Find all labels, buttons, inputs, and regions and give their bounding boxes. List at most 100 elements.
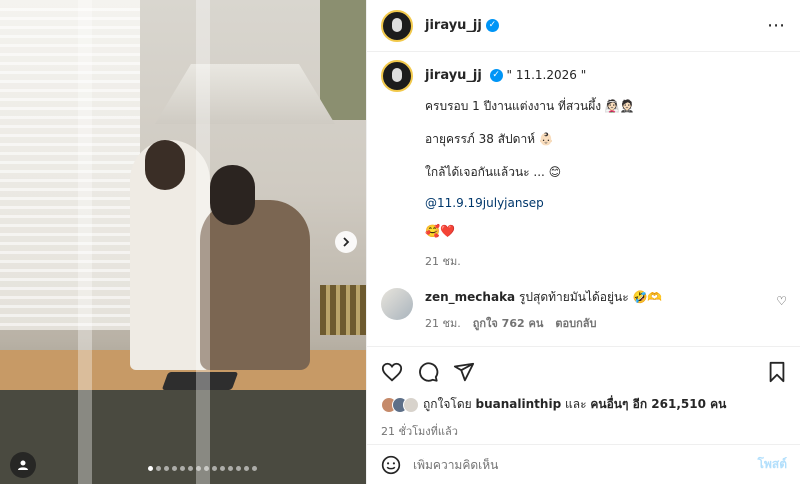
bookmark-icon[interactable] xyxy=(767,361,787,383)
photo-blind-slat xyxy=(0,179,140,182)
post-photo xyxy=(0,0,366,484)
caption-mention-link[interactable]: @11.9.19julyjansep xyxy=(425,196,791,210)
post-actions: ถูกใจโดย buanalinthip และ คนอื่นๆ อีก 26… xyxy=(367,346,800,440)
carousel-dot xyxy=(172,466,177,471)
caption-header: jirayu_jj ✓ " 11.1.2026 " xyxy=(425,60,791,91)
carousel-dot xyxy=(188,466,193,471)
photo-blind-slat xyxy=(0,89,140,92)
comment-input[interactable] xyxy=(413,457,758,472)
likes-summary: ถูกใจโดย buanalinthip และ คนอื่นๆ อีก 26… xyxy=(381,395,787,414)
more-options-icon[interactable]: ⋯ xyxy=(767,15,786,36)
photo-blind-slat xyxy=(0,98,140,101)
photo-blind-slat xyxy=(0,26,140,29)
photo-blind-slat xyxy=(0,8,140,11)
caption: jirayu_jj ✓ " 11.1.2026 " ครบรอบ 1 ปีงาน… xyxy=(381,60,791,270)
carousel-dot xyxy=(180,466,185,471)
carousel-dot xyxy=(148,466,153,471)
photo-foreground-bar xyxy=(196,0,210,484)
carousel-dot xyxy=(156,466,161,471)
photo-blind-slat xyxy=(0,197,140,200)
post-sidebar: jirayu_jj ✓ ⋯ jirayu_jj ✓ " 11.1.2026 " … xyxy=(366,0,800,484)
comment-like-heart-icon[interactable]: ♡ xyxy=(776,294,787,308)
photo-blind-slat xyxy=(0,143,140,146)
photo-blind-slat xyxy=(0,125,140,128)
photo-person-woman xyxy=(200,200,310,370)
comment-icon[interactable] xyxy=(417,361,439,383)
verified-badge-icon: ✓ xyxy=(489,69,503,82)
add-comment-bar: โพสต์ xyxy=(367,444,800,484)
chevron-right-icon xyxy=(343,237,350,247)
photo-blind-slat xyxy=(0,278,140,281)
comment-likes[interactable]: ถูกใจ 762 คน xyxy=(473,314,544,332)
post-comment-button[interactable]: โพสต์ xyxy=(758,455,787,474)
likes-prefix: ถูกใจโดย xyxy=(423,397,472,411)
photo-blind-slat xyxy=(0,224,140,227)
photo-blind-slat xyxy=(0,152,140,155)
photo-person-woman-head xyxy=(210,165,255,225)
author-username[interactable]: jirayu_jj xyxy=(425,18,482,33)
user-icon xyxy=(18,460,28,470)
photo-blind-slat xyxy=(0,296,140,299)
photo-blind-slat xyxy=(0,287,140,290)
photo-blind-slat xyxy=(0,242,140,245)
comment-reply-button[interactable]: ตอบกลับ xyxy=(555,314,596,332)
post-header: jirayu_jj ✓ ⋯ xyxy=(367,0,800,52)
share-icon[interactable] xyxy=(453,361,475,383)
photo-cabinet xyxy=(320,0,366,120)
photo-blind-slat xyxy=(0,251,140,254)
photo-blind-slat xyxy=(0,71,140,74)
photo-blind-slat xyxy=(0,233,140,236)
caption-line: ใกล้ได้เจอกันแล้วนะ ... 😊 xyxy=(425,165,562,179)
carousel-dots xyxy=(148,466,257,471)
photo-blind-slat xyxy=(0,53,140,56)
photo-blind-slat xyxy=(0,269,140,272)
photo-blind-slat xyxy=(0,17,140,20)
photo-blind-slat xyxy=(0,80,140,83)
photo-blind-slat xyxy=(0,206,140,209)
photo-blind-slat xyxy=(0,44,140,47)
photo-blind-slat xyxy=(0,116,140,119)
photo-foreground-bar xyxy=(78,0,92,484)
carousel-dot xyxy=(212,466,217,471)
caption-line: อายุครรภ์ 38 สัปดาห์ 👶🏻 xyxy=(425,132,554,146)
likers-avatars[interactable] xyxy=(381,396,419,413)
carousel-next-button[interactable] xyxy=(335,231,357,253)
photo-blind-slat xyxy=(0,161,140,164)
likes-others[interactable]: คนอื่นๆ อีก 261,510 คน xyxy=(590,397,726,411)
carousel-dot xyxy=(204,466,209,471)
commenter-avatar[interactable] xyxy=(381,288,413,320)
photo-blind-slat xyxy=(0,188,140,191)
caption-username[interactable]: jirayu_jj xyxy=(425,68,482,83)
carousel-dot xyxy=(164,466,169,471)
carousel-dot xyxy=(228,466,233,471)
carousel-dot xyxy=(252,466,257,471)
likes-user[interactable]: buanalinthip xyxy=(476,397,562,411)
photo-blind-slat xyxy=(0,35,140,38)
photo-bottles xyxy=(320,285,366,335)
caption-date: " 11.1.2026 " xyxy=(506,68,587,82)
comment-time: 21 ชม. xyxy=(425,317,461,330)
verified-badge-icon: ✓ xyxy=(485,19,499,32)
caption-time: 21 ชม. xyxy=(425,255,461,268)
caption-avatar[interactable] xyxy=(381,60,413,92)
carousel-dot xyxy=(244,466,249,471)
heart-icon[interactable] xyxy=(381,361,403,383)
comment-text: รูปสุดท้ายมันได้อยู่นะ 🤣🫶 xyxy=(518,290,663,304)
carousel-dot xyxy=(236,466,241,471)
comment-item: zen_mechaka รูปสุดท้ายมันได้อยู่นะ 🤣🫶 21… xyxy=(381,288,791,332)
photo-blind-slat xyxy=(0,170,140,173)
photo-range-hood xyxy=(155,64,335,124)
photo-person-man-head xyxy=(145,140,185,190)
post-timestamp[interactable]: 21 ชั่วโมงที่แล้ว xyxy=(381,422,787,440)
photo-blind-slat xyxy=(0,215,140,218)
photo-blind-slat xyxy=(0,62,140,65)
commenter-username[interactable]: zen_mechaka xyxy=(425,290,515,304)
author-avatar[interactable] xyxy=(381,9,413,42)
photo-blind-slat xyxy=(0,323,140,326)
tagged-users-button[interactable] xyxy=(10,452,36,478)
carousel-dot xyxy=(196,466,201,471)
photo-blind-slat xyxy=(0,134,140,137)
photo-blind-slat xyxy=(0,107,140,110)
photo-blind-slat xyxy=(0,260,140,263)
emoji-icon[interactable] xyxy=(381,455,401,475)
